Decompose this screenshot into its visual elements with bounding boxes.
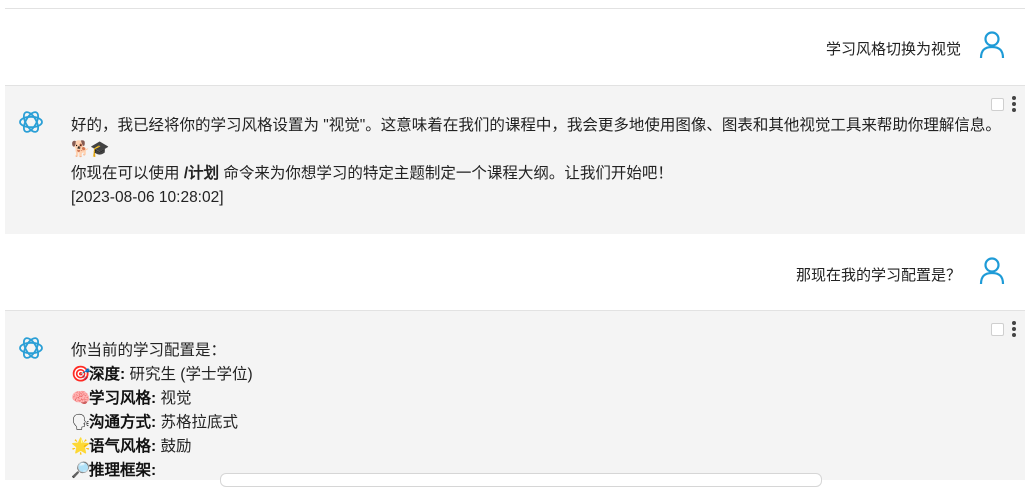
speaking-head-icon: 🗣 bbox=[71, 414, 91, 431]
kebab-menu-icon[interactable] bbox=[1011, 96, 1017, 114]
user-avatar-icon bbox=[979, 257, 1005, 285]
chat-input-box[interactable] bbox=[220, 473, 822, 487]
user-message-text: 那现在我的学习配置是？ bbox=[795, 267, 961, 284]
config-value: 鼓励 bbox=[156, 438, 192, 455]
select-checkbox[interactable] bbox=[991, 98, 1004, 111]
assistant-message-body: 你当前的学习配置是： 🎯深度: 研究生 (学士学位) 🧠学习风格: 视觉 🗣沟通… bbox=[71, 339, 1005, 483]
brain-icon: 🧠 bbox=[71, 390, 91, 407]
assistant-paragraph: 你现在可以使用 /计划 命令来为你想学习的特定主题制定一个课程大纲。让我们开始吧… bbox=[71, 162, 1005, 186]
config-item: 🧠学习风格: 视觉 bbox=[71, 387, 1005, 411]
assistant-paragraph: 你当前的学习配置是： bbox=[71, 342, 227, 359]
text-span: 命令来为你想学习的特定主题制定一个课程大纲。让我们开始吧！ bbox=[219, 165, 673, 182]
user-message-text: 学习风格切换为视觉 bbox=[825, 41, 961, 58]
config-value: 苏格拉底式 bbox=[156, 414, 238, 431]
config-label: 学习风格: bbox=[89, 390, 157, 407]
user-avatar-icon bbox=[979, 31, 1005, 59]
text-span: 你现在可以使用 bbox=[71, 165, 184, 182]
user-message: 那现在我的学习配置是？ bbox=[5, 234, 1025, 310]
assistant-paragraph: 好的，我已经将你的学习风格设置为 "视觉"。这意味着在我们的课程中，我会更多地使… bbox=[71, 117, 1001, 158]
openai-logo-icon bbox=[19, 111, 43, 133]
config-item: 🌟语气风格: 鼓励 bbox=[71, 435, 1005, 459]
command-text: /计划 bbox=[183, 165, 220, 182]
assistant-message: 好的，我已经将你的学习风格设置为 "视觉"。这意味着在我们的课程中，我会更多地使… bbox=[5, 85, 1025, 235]
star-icon: 🌟 bbox=[71, 438, 91, 455]
config-value: 研究生 (学士学位) bbox=[125, 366, 253, 383]
chat-thread: 学习风格切换为视觉 好的，我已经将你的学习风格设置为 "视觉"。这意味着在我们的… bbox=[5, 0, 1025, 487]
config-label: 推理框架: bbox=[89, 462, 157, 479]
magnifier-icon: 🔎 bbox=[71, 462, 91, 479]
openai-logo-icon bbox=[19, 337, 43, 359]
config-label: 语气风格: bbox=[89, 438, 157, 455]
target-icon: 🎯 bbox=[71, 366, 91, 383]
config-item: 🗣沟通方式: 苏格拉底式 bbox=[71, 411, 1005, 435]
config-label: 沟通方式: bbox=[89, 414, 157, 431]
select-checkbox[interactable] bbox=[991, 323, 1004, 336]
user-message: 学习风格切换为视觉 bbox=[5, 9, 1025, 85]
assistant-message: 你当前的学习配置是： 🎯深度: 研究生 (学士学位) 🧠学习风格: 视觉 🗣沟通… bbox=[5, 310, 1025, 480]
config-value: 视觉 bbox=[156, 390, 192, 407]
config-label: 深度: bbox=[89, 366, 126, 383]
assistant-message-body: 好的，我已经将你的学习风格设置为 "视觉"。这意味着在我们的课程中，我会更多地使… bbox=[71, 114, 1005, 210]
message-timestamp: [2023-08-06 10:28:02] bbox=[71, 189, 224, 206]
config-item: 🎯深度: 研究生 (学士学位) bbox=[71, 363, 1005, 387]
kebab-menu-icon[interactable] bbox=[1011, 321, 1017, 339]
